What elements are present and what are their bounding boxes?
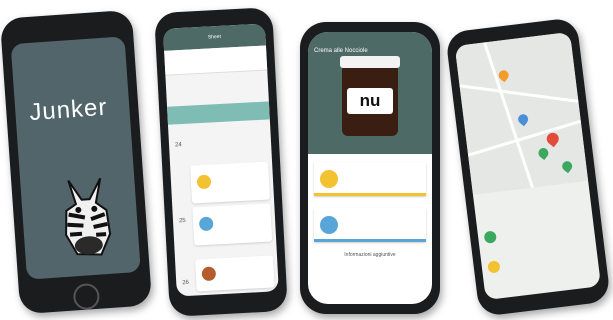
list-card[interactable] bbox=[192, 203, 273, 246]
phones-photo: Junker Sheet 24 25 26 Crema alle Nocciol… bbox=[0, 0, 613, 320]
tab-bar[interactable] bbox=[164, 45, 268, 76]
card-icon bbox=[320, 170, 338, 188]
date-label: 25 bbox=[178, 217, 186, 225]
row-icon bbox=[487, 260, 501, 274]
list-card[interactable] bbox=[190, 161, 271, 204]
map-area[interactable] bbox=[454, 31, 589, 195]
info-card[interactable] bbox=[314, 208, 426, 242]
phone-screen bbox=[454, 31, 602, 301]
app-logo: Junker bbox=[28, 93, 109, 127]
card-bar bbox=[314, 193, 426, 196]
list-row[interactable] bbox=[487, 247, 592, 278]
home-button[interactable] bbox=[72, 282, 101, 311]
card-bar bbox=[314, 239, 426, 242]
phone-screen: Sheet 24 25 26 bbox=[162, 23, 279, 297]
card-icon bbox=[320, 216, 338, 234]
section-title: Informazioni aggiuntive bbox=[344, 252, 396, 258]
teal-banner bbox=[167, 101, 270, 125]
item-dot bbox=[198, 216, 214, 232]
list-row[interactable] bbox=[483, 217, 588, 248]
phone-screen: Junker bbox=[10, 36, 141, 280]
date-label: 26 bbox=[182, 279, 190, 287]
phone-screen: Crema alle Nocciole nu Informazioni aggi… bbox=[308, 32, 432, 304]
jar-label: nu bbox=[347, 88, 393, 114]
product-hero: Crema alle Nocciole nu bbox=[308, 32, 432, 154]
row-icon bbox=[483, 230, 497, 244]
list-card[interactable] bbox=[195, 255, 275, 292]
item-dot bbox=[196, 174, 212, 190]
phone-schedule: Sheet 24 25 26 bbox=[154, 7, 288, 317]
product-title: Crema alle Nocciole bbox=[314, 48, 368, 54]
info-card[interactable] bbox=[314, 162, 426, 196]
phone-junker-splash: Junker bbox=[0, 9, 153, 315]
jar-lid bbox=[340, 56, 400, 68]
date-label: 24 bbox=[174, 142, 182, 149]
zebra-mascot-icon bbox=[65, 177, 112, 256]
jar-image: nu bbox=[340, 56, 400, 136]
phone-product-detail: Crema alle Nocciole nu Informazioni aggi… bbox=[300, 22, 440, 314]
phone-map bbox=[445, 17, 611, 317]
item-dot bbox=[201, 266, 217, 282]
